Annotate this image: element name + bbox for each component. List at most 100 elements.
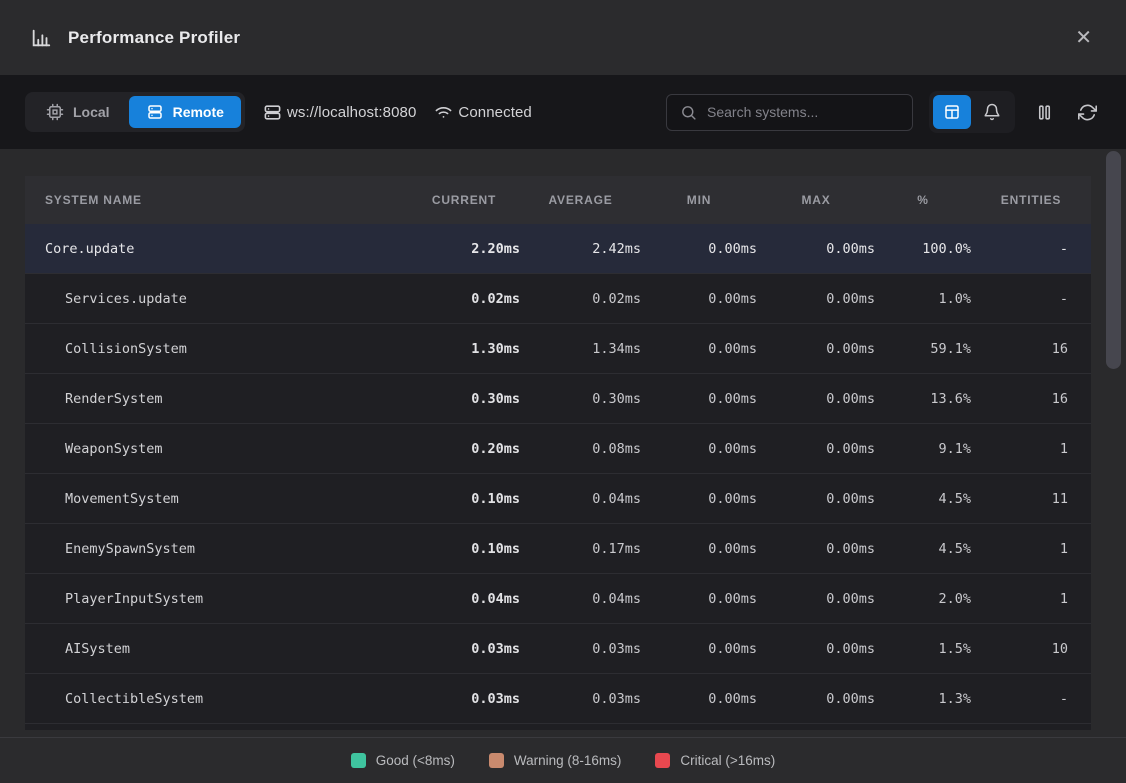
max-cell: 0.00ms [757,641,875,657]
system-name-cell: CollectibleSystem [25,691,408,707]
current-cell: 0.04ms [408,591,520,607]
percent-cell: 1.5% [875,641,971,657]
ws-url: ws://localhost:8080 [263,103,416,122]
column-header[interactable]: % [875,193,971,207]
page-title: Performance Profiler [68,28,240,48]
current-cell: 0.10ms [408,541,520,557]
legend-swatch [351,753,366,768]
system-name-cell: EnemySpawnSystem [25,541,408,557]
table-row[interactable]: Core.update2.20ms2.42ms0.00ms0.00ms100.0… [25,224,1091,274]
min-cell: 0.00ms [641,391,757,407]
column-header[interactable]: AVERAGE [520,193,641,207]
current-cell: 2.20ms [408,241,520,257]
local-toggle-button[interactable]: Local [29,96,127,128]
legend-label: Warning (8-16ms) [514,753,622,768]
table-row[interactable]: AISystem0.03ms0.03ms0.00ms0.00ms1.5%10 [25,624,1091,674]
table-row[interactable]: CollectibleSystem0.03ms0.03ms0.00ms0.00m… [25,674,1091,724]
percent-cell: 1.0% [875,291,971,307]
table-body: Core.update2.20ms2.42ms0.00ms0.00ms100.0… [25,224,1091,724]
min-cell: 0.00ms [641,491,757,507]
system-name-cell: Services.update [25,291,408,307]
average-cell: 0.02ms [520,291,641,307]
partial-row [25,724,1091,730]
source-toggle-group: Local Remote [25,92,245,132]
legend: Good (<8ms) Warning (8-16ms) Critical (>16… [0,737,1126,783]
scrollbar[interactable] [1106,151,1121,736]
column-header[interactable]: CURRENT [408,193,520,207]
current-cell: 0.03ms [408,641,520,657]
table-row[interactable]: CollisionSystem1.30ms1.34ms0.00ms0.00ms5… [25,324,1091,374]
close-button[interactable]: ✕ [1071,24,1096,52]
current-cell: 1.30ms [408,341,520,357]
average-cell: 0.08ms [520,441,641,457]
search-box [666,94,913,131]
percent-cell: 59.1% [875,341,971,357]
system-name-cell: MovementSystem [25,491,408,507]
current-cell: 0.02ms [408,291,520,307]
average-cell: 2.42ms [520,241,641,257]
server-icon [146,103,164,121]
max-cell: 0.00ms [757,391,875,407]
column-header[interactable]: MIN [641,193,757,207]
legend-swatch [489,753,504,768]
view-toggle-group [929,91,1015,133]
max-cell: 0.00ms [757,491,875,507]
min-cell: 0.00ms [641,341,757,357]
legend-item: Warning (8-16ms) [489,753,622,768]
search-icon [680,104,697,121]
table-row[interactable]: PlayerInputSystem0.04ms0.04ms0.00ms0.00m… [25,574,1091,624]
table-row[interactable]: Services.update0.02ms0.02ms0.00ms0.00ms1… [25,274,1091,324]
column-header[interactable]: ENTITIES [971,193,1091,207]
max-cell: 0.00ms [757,241,875,257]
table-row[interactable]: RenderSystem0.30ms0.30ms0.00ms0.00ms13.6… [25,374,1091,424]
alerts-button[interactable] [973,95,1011,129]
wifi-icon [434,103,453,122]
column-header[interactable]: SYSTEM NAME [25,193,408,207]
entities-cell: - [971,241,1091,257]
titlebar: Performance Profiler ✕ [0,0,1126,75]
legend-label: Critical (>16ms) [680,753,775,768]
table-row[interactable]: EnemySpawnSystem0.10ms0.17ms0.00ms0.00ms… [25,524,1091,574]
percent-cell: 1.3% [875,691,971,707]
toolbar: Local Remote [0,75,1126,149]
entities-cell: 10 [971,641,1091,657]
entities-cell: 1 [971,541,1091,557]
system-name-cell: WeaponSystem [25,441,408,457]
system-name-cell: PlayerInputSystem [25,591,408,607]
content-area: SYSTEM NAMECURRENTAVERAGEMINMAX%ENTITIES… [0,149,1126,737]
table-view-button[interactable] [933,95,971,129]
max-cell: 0.00ms [757,591,875,607]
refresh-button[interactable] [1074,99,1101,126]
entities-cell: 1 [971,441,1091,457]
table-header: SYSTEM NAMECURRENTAVERAGEMINMAX%ENTITIES [25,176,1091,224]
system-name-cell: RenderSystem [25,391,408,407]
max-cell: 0.00ms [757,291,875,307]
bar-chart-icon [30,27,52,49]
percent-cell: 4.5% [875,541,971,557]
column-header[interactable]: MAX [757,193,875,207]
connection-status-text: Connected [458,104,531,121]
legend-item: Good (<8ms) [351,753,455,768]
legend-item: Critical (>16ms) [655,753,775,768]
bell-icon [983,103,1001,121]
average-cell: 0.03ms [520,641,641,657]
average-cell: 0.03ms [520,691,641,707]
remote-label: Remote [173,104,224,120]
scrollbar-thumb[interactable] [1106,151,1121,369]
entities-cell: 16 [971,341,1091,357]
system-name-cell: AISystem [25,641,408,657]
min-cell: 0.00ms [641,591,757,607]
connection-status: Connected [434,103,531,122]
search-input[interactable] [707,104,899,120]
average-cell: 1.34ms [520,341,641,357]
max-cell: 0.00ms [757,691,875,707]
average-cell: 0.30ms [520,391,641,407]
pause-button[interactable] [1031,99,1058,126]
remote-toggle-button[interactable]: Remote [129,96,241,128]
table-row[interactable]: WeaponSystem0.20ms0.08ms0.00ms0.00ms9.1%… [25,424,1091,474]
table-row[interactable]: MovementSystem0.10ms0.04ms0.00ms0.00ms4.… [25,474,1091,524]
average-cell: 0.17ms [520,541,641,557]
systems-table: SYSTEM NAMECURRENTAVERAGEMINMAX%ENTITIES… [25,176,1091,730]
current-cell: 0.20ms [408,441,520,457]
cpu-icon [46,103,64,121]
